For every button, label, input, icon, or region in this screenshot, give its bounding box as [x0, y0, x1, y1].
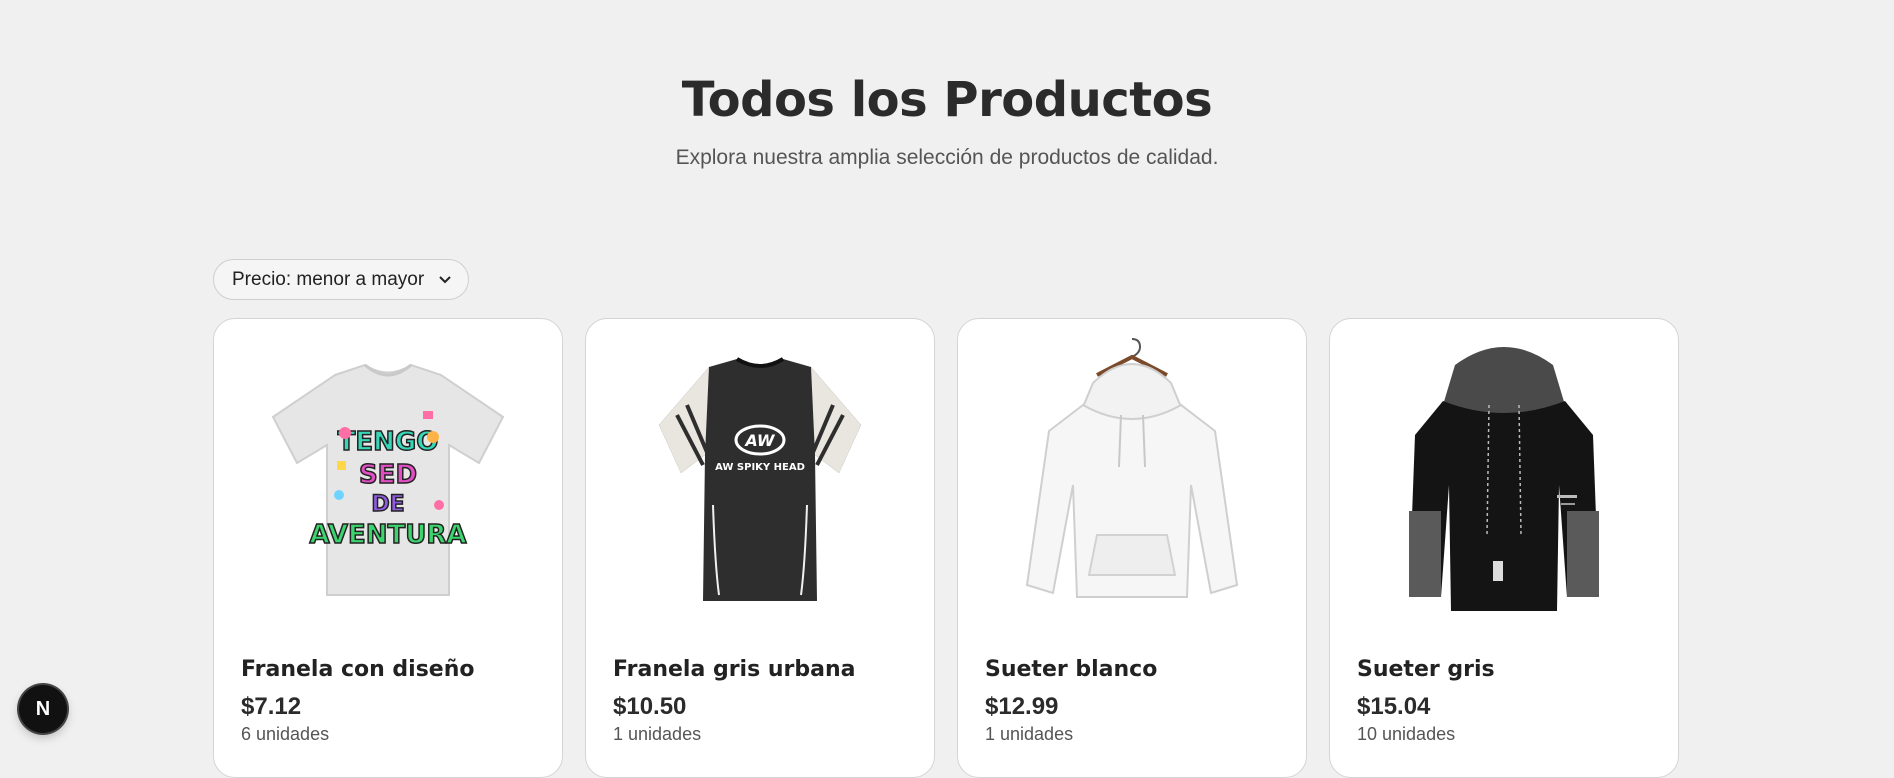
hoodie-image [1409, 347, 1599, 611]
n-logo-icon: N [35, 697, 51, 720]
page-title: Todos los Productos [681, 72, 1213, 128]
chevron-down-icon [439, 275, 451, 283]
product-card[interactable]: Sueter blanco $12.99 1 unidades [957, 318, 1307, 778]
product-price: $10.50 [613, 693, 687, 720]
product-stock: 10 unidades [1357, 724, 1456, 744]
product-image[interactable] [978, 331, 1286, 629]
product-card[interactable]: Sueter gris $15.04 10 unidades [1329, 318, 1679, 778]
product-price: $7.12 [241, 693, 302, 720]
sort-select-value: Precio: menor a mayor [232, 268, 425, 290]
product-name[interactable]: Franela gris urbana [613, 657, 855, 682]
tshirt-image: AW AW SPIKY HEAD [659, 357, 861, 601]
product-name[interactable]: Sueter blanco [985, 657, 1157, 682]
product-card[interactable]: TENGO SED DE AVENTURA Franela con diseño… [213, 318, 563, 778]
shirt-logo-text: AW [743, 431, 776, 450]
svg-text:DE: DE [371, 492, 404, 517]
sort-select[interactable]: Precio: menor a mayor [213, 259, 469, 300]
product-name[interactable]: Franela con diseño [241, 657, 475, 682]
nextjs-dev-badge[interactable]: N [19, 685, 67, 733]
svg-text:TENGO: TENGO [338, 427, 439, 457]
shirt-print-text: AW SPIKY HEAD [715, 462, 805, 473]
page-subtitle: Explora nuestra amplia selección de prod… [675, 146, 1219, 169]
svg-text:AVENTURA: AVENTURA [310, 520, 467, 550]
product-price: $15.04 [1357, 693, 1431, 720]
product-image[interactable]: AW AW SPIKY HEAD [606, 331, 914, 629]
product-stock: 6 unidades [241, 724, 330, 744]
hoodie-image [1025, 338, 1239, 598]
product-name[interactable]: Sueter gris [1357, 657, 1495, 682]
svg-text:SED: SED [359, 460, 417, 490]
product-stock: 1 unidades [613, 724, 702, 744]
product-card[interactable]: AW AW SPIKY HEAD Franela gris urbana $10… [585, 318, 935, 778]
product-image[interactable] [1350, 331, 1658, 629]
product-price: $12.99 [985, 693, 1059, 720]
product-stock: 1 unidades [985, 724, 1074, 744]
tshirt-image: TENGO SED DE AVENTURA [271, 363, 505, 596]
product-image[interactable]: TENGO SED DE AVENTURA [234, 331, 542, 629]
